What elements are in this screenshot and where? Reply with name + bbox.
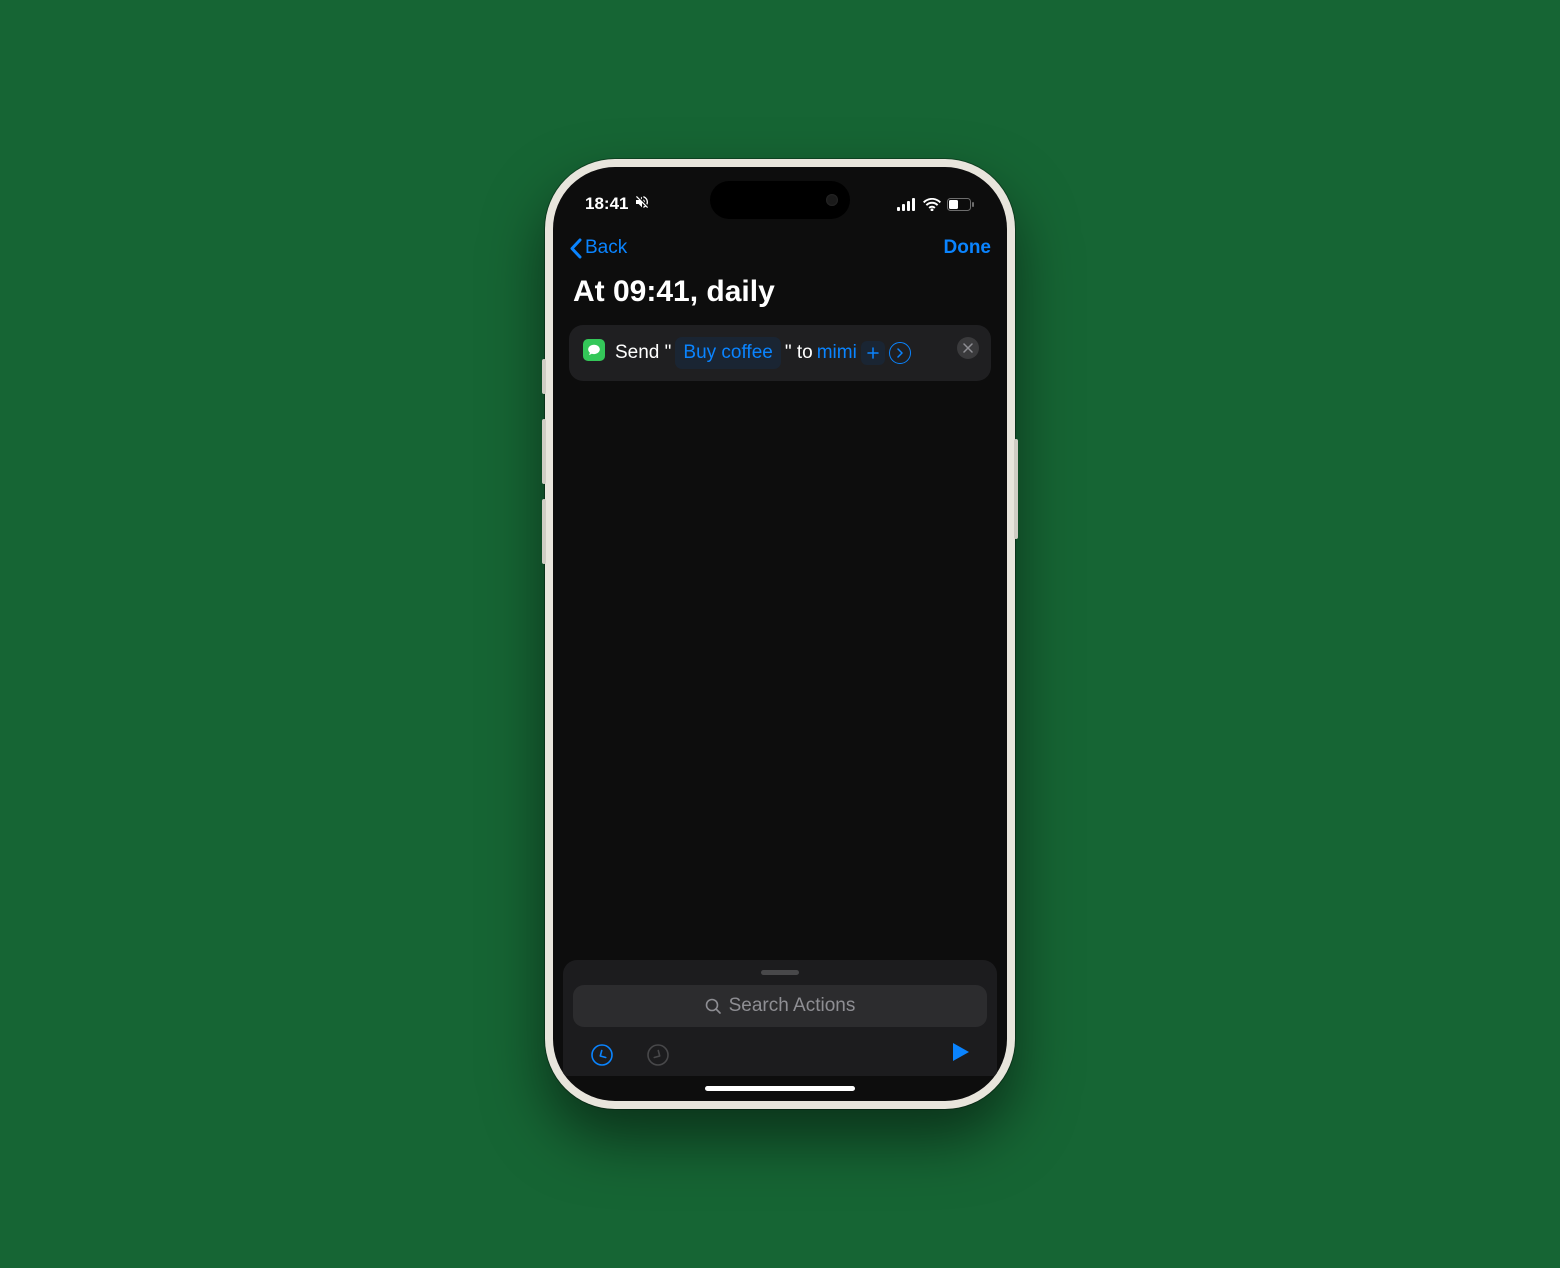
chevron-left-icon (569, 238, 582, 259)
front-camera (826, 194, 838, 206)
actions-list: Send " Buy coffee " to mimi (553, 325, 1007, 960)
action-sentence: Send " Buy coffee " to mimi (615, 337, 977, 369)
undo-button[interactable] (589, 1042, 615, 1068)
page-title: At 09:41, daily (553, 269, 1007, 325)
run-shortcut-button[interactable] (951, 1041, 971, 1068)
dynamic-island (710, 181, 850, 219)
cellular-icon (897, 198, 917, 211)
message-parameter[interactable]: Buy coffee (675, 337, 780, 369)
phone-screen: 18:41 Back Done (553, 167, 1007, 1101)
phone-frame: 18:41 Back Done (545, 159, 1015, 1109)
action-verb-mid: " to (785, 338, 813, 368)
send-message-action-card[interactable]: Send " Buy coffee " to mimi (569, 325, 991, 381)
status-time: 18:41 (585, 194, 628, 214)
search-actions-field[interactable]: Search Actions (573, 985, 987, 1027)
wifi-icon (923, 198, 941, 211)
panel-grabber[interactable] (761, 970, 799, 975)
volume-up-button (542, 419, 546, 484)
navigation-bar: Back Done (553, 223, 1007, 269)
undo-icon (590, 1043, 614, 1067)
power-button (1014, 439, 1018, 539)
done-button[interactable]: Done (944, 237, 992, 259)
back-label: Back (585, 237, 627, 259)
battery-icon (947, 198, 975, 211)
mute-icon (634, 194, 650, 215)
add-recipient-button[interactable] (861, 341, 885, 365)
plus-icon (867, 347, 879, 359)
chevron-right-icon (896, 348, 904, 358)
delete-action-button[interactable] (957, 337, 979, 359)
action-button (542, 359, 546, 394)
back-button[interactable]: Back (569, 237, 627, 259)
play-icon (951, 1041, 971, 1063)
redo-icon (646, 1043, 670, 1067)
search-icon (705, 998, 722, 1015)
redo-button (645, 1042, 671, 1068)
recipient-parameter[interactable]: mimi (817, 338, 857, 368)
search-panel: Search Actions (563, 960, 997, 1076)
volume-down-button (542, 499, 546, 564)
messages-app-icon (583, 339, 605, 361)
search-placeholder: Search Actions (729, 995, 856, 1017)
close-icon (963, 343, 973, 353)
home-indicator[interactable] (705, 1086, 855, 1091)
expand-action-button[interactable] (889, 342, 911, 364)
editor-toolbar (573, 1027, 987, 1076)
action-verb-pre: Send " (615, 338, 671, 368)
